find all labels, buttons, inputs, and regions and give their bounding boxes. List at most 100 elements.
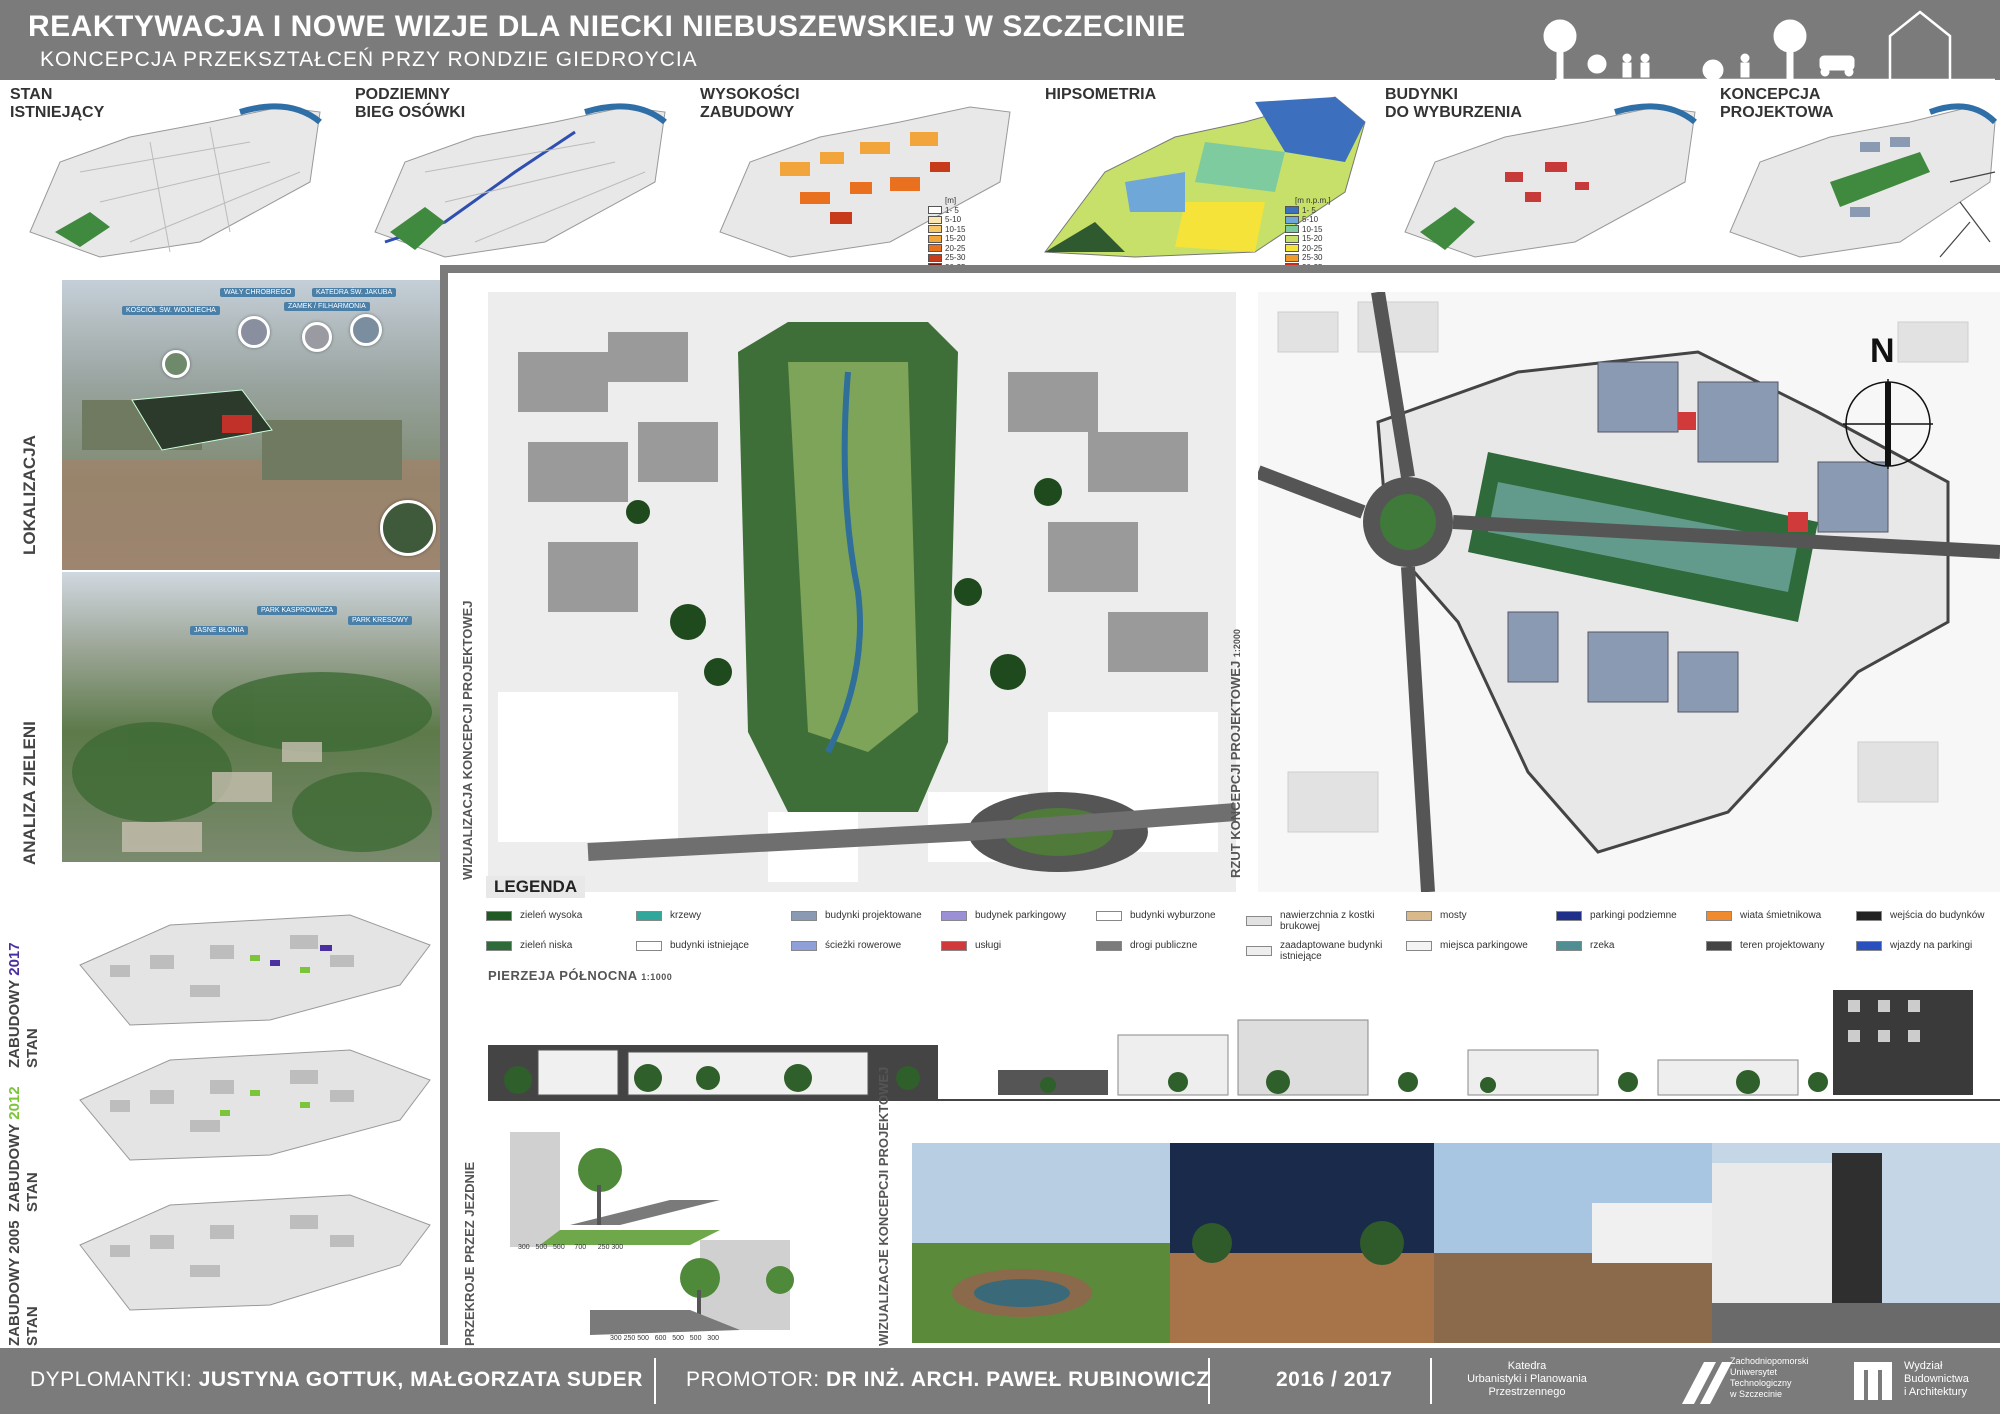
scale-swatch — [1285, 234, 1299, 243]
legend-item: budynki istniejące — [636, 940, 749, 951]
photo-label: WAŁY CHROBREGO — [220, 288, 296, 297]
map-podziemny-bieg: PODZIEMNY BIEG OSÓWKI — [345, 82, 685, 262]
legend-label: wiata śmietnikowa — [1740, 910, 1822, 921]
scale-legend-row: 10-15 — [1285, 225, 1331, 235]
legend-label: mosty — [1440, 910, 1467, 921]
legend-swatch — [941, 910, 967, 921]
legend-item: zieleń wysoka — [486, 910, 582, 921]
university-name: Zachodniopomorski Uniwersytet Technologi… — [1730, 1356, 1809, 1399]
wydzial-name: Wydział Budownictwa i Architektury — [1904, 1360, 1969, 1398]
legend-item: krzewy — [636, 910, 701, 921]
scale-label: 10-15 — [945, 224, 966, 234]
scale-legend-row: 10-15 — [928, 225, 965, 235]
legend-swatch — [486, 910, 512, 921]
stan-2005-label: ZABUDOWY 2005 STAN — [6, 1220, 42, 1346]
legend-swatch — [1096, 940, 1122, 951]
legend-label: usługi — [975, 940, 1002, 951]
legend-swatch — [1246, 946, 1272, 956]
photo-circle — [302, 322, 332, 352]
photo-label: JASNE BŁONIA — [190, 626, 249, 635]
scale-label: 1- 5 — [945, 205, 959, 215]
scale-legend-row: 5-10 — [928, 215, 965, 225]
hypso-legend-unit: [m n.p.m.] — [1295, 196, 1331, 205]
legend-item: budynki projektowane — [791, 910, 922, 921]
legend-swatch — [1096, 910, 1122, 921]
stan-2012-year: 2012 — [6, 1086, 23, 1120]
legend-item: zieleń niska — [486, 940, 572, 951]
legend-item: miejsca parkingowe — [1406, 940, 1528, 951]
stan-2005-map — [79, 1194, 431, 1311]
header-bar: REAKTYWACJA I NOWE WIZJE DLA NIECKI NIEB… — [0, 0, 2000, 80]
section1-dims: 300 500 500 700 250 300 — [518, 1244, 624, 1251]
map-wysokosci-zabudowy: WYSOKOŚCI ZABUDOWY [m] 1- 5 5-10 10-15 15-2… — [690, 82, 1030, 272]
scale-legend-row: 25-30 — [1285, 253, 1331, 263]
header-pictogram — [1543, 10, 1995, 80]
legend-item: wjazdy na parkingi — [1856, 940, 1972, 951]
stan-2017-label: ZABUDOWY 2017 STAN — [6, 942, 42, 1068]
scale-legend-row: 1- 5 — [928, 206, 965, 216]
legend-item: drogi publiczne — [1096, 940, 1197, 951]
photo-circle — [350, 314, 382, 346]
legend-label: wjazdy na parkingi — [1890, 940, 1973, 951]
legend-item: mosty — [1406, 910, 1467, 921]
legend-label: zieleń wysoka — [520, 910, 583, 921]
pierzeja-elevation — [488, 990, 2000, 1105]
poster-subtitle: KONCEPCJA PRZEKSZTAŁCEŃ PRZY RONDZIE GIE… — [40, 48, 698, 71]
legend-item: budynek parkingowy — [941, 910, 1066, 921]
dyplomantki-label: DYPLOMANTKI: — [30, 1368, 199, 1391]
legend-item: wiata śmietnikowa — [1706, 910, 1821, 921]
scale-label: 5-10 — [945, 215, 962, 224]
stan-2005-line2: ZABUDOWY — [6, 1253, 23, 1346]
scale-swatch — [1285, 215, 1299, 224]
scale-label: 25-30 — [1302, 253, 1323, 262]
scale-swatch — [928, 234, 942, 243]
hypso-legend: [m n.p.m.] 1- 5 5-10 10-15 15-20 20-25 25-30 3… — [1285, 196, 1331, 272]
map-label: BUDYNKI DO WYBURZENIA — [1385, 86, 1522, 121]
photo-label: ZAMEK / FILHARMONIA — [284, 302, 370, 311]
map-stan-istniejacy: STAN ISTNIEJĄCY — [0, 82, 340, 262]
pierzeja-title: PIERZEJA PÓŁNOCNA 1:1000 — [488, 968, 672, 983]
scale-label: 5-10 — [1302, 215, 1319, 224]
map-koncepcja-projektowa: KONCEPCJA PROJEKTOWA — [1710, 82, 2000, 262]
legend-swatch — [1706, 940, 1732, 951]
legend-label: budynki wyburzone — [1130, 910, 1216, 921]
scale-label: 25-30 — [945, 253, 966, 262]
legend-label: rzeka — [1590, 940, 1615, 951]
legend: zieleń wysoka krzewy budynki projektowane b… — [486, 910, 1996, 980]
legend-label: budynek parkingowy — [975, 910, 1067, 921]
legend-swatch — [486, 940, 512, 951]
poster-title: REAKTYWACJA I NOWE WIZJE DLA NIECKI NIEB… — [28, 10, 1186, 43]
dyplomantki: DYPLOMANTKI: JUSTYNA GOTTUK, MAŁGORZATA … — [30, 1368, 643, 1392]
analiza-zieleni-photo: PARK KASPROWICZA JASNE BŁONIA PARK KRESO… — [62, 572, 442, 862]
stan-2017-prefix: STAN — [24, 1028, 41, 1068]
legend-swatch — [636, 940, 662, 951]
compass-icon — [1843, 379, 1933, 469]
height-legend-unit: [m] — [945, 196, 957, 205]
scale-swatch — [1285, 253, 1299, 262]
legend-label: drogi publiczne — [1130, 940, 1198, 951]
scale-label: 1- 5 — [1302, 205, 1316, 215]
legend-label: ścieżki rowerowe — [825, 940, 902, 951]
scale-swatch — [928, 215, 942, 224]
rzut-scale: 1:2000 — [1232, 629, 1242, 658]
north-indicator: N — [1870, 332, 1895, 370]
photo-label: KOŚCIÓŁ ŚW. WOJCIECHA — [122, 306, 220, 315]
elevation-graphic — [488, 990, 2000, 1101]
height-legend: [m] 1- 5 5-10 10-15 15-20 20-25 25-30 30-35 — [928, 196, 965, 272]
analiza-zieleni-label: ANALIZA ZIELENI — [20, 721, 39, 865]
dyplomantki-names: JUSTYNA GOTTUK, MAŁGORZATA SUDER — [198, 1368, 643, 1391]
scale-swatch — [928, 206, 942, 215]
legend-item: rzeka — [1556, 940, 1614, 951]
legend-label: budynki projektowane — [825, 910, 922, 921]
footer-separator — [654, 1358, 656, 1404]
photo-circle — [238, 316, 270, 348]
scale-label: 10-15 — [1302, 224, 1323, 234]
scale-label: 20-25 — [945, 243, 966, 253]
scale-legend-row: 1- 5 — [1285, 206, 1331, 216]
footer-bar: DYPLOMANTKI: JUSTYNA GOTTUK, MAŁGORZATA … — [0, 1348, 2000, 1414]
footer-separator — [1430, 1358, 1432, 1404]
stan-2012-label: ZABUDOWY 2012 STAN — [6, 1086, 42, 1212]
legend-swatch — [636, 910, 662, 921]
legend-title: LEGENDA — [486, 876, 586, 898]
visualization-graphic — [488, 292, 1237, 892]
